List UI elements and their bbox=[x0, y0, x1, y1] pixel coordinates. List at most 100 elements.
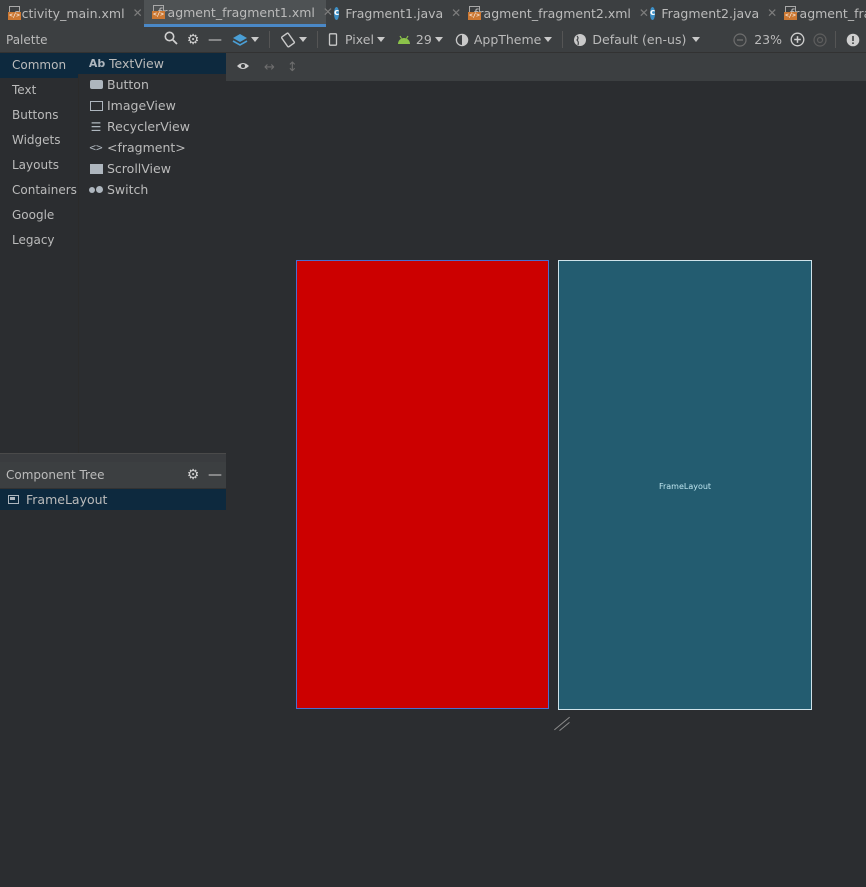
tab-fragment-truncated[interactable]: fragment_fra bbox=[776, 0, 866, 26]
api-level-label: 29 bbox=[415, 32, 432, 47]
widget-switch[interactable]: Switch bbox=[78, 179, 226, 200]
tab-label: fragment_fragment2.xml bbox=[474, 5, 631, 21]
switch-icon bbox=[89, 184, 103, 196]
resize-handle-icon[interactable] bbox=[552, 714, 570, 730]
widget-label: Switch bbox=[107, 182, 149, 197]
widget-label: RecyclerView bbox=[107, 119, 190, 134]
eye-icon[interactable] bbox=[236, 60, 250, 75]
layers-icon bbox=[232, 33, 248, 46]
fragment-icon bbox=[89, 142, 103, 154]
tab-fragment-fragment2-xml[interactable]: fragment_fragment2.xml ✕ bbox=[460, 0, 649, 26]
design-view-frame[interactable] bbox=[296, 260, 549, 709]
gear-icon[interactable]: ⚙ bbox=[182, 467, 204, 483]
toolbar-separator bbox=[562, 31, 564, 48]
scrollview-icon bbox=[89, 163, 103, 175]
theme-selector[interactable]: AppTheme bbox=[449, 32, 559, 47]
widget-fragment[interactable]: <fragment> bbox=[78, 137, 226, 158]
imageview-icon bbox=[89, 100, 103, 112]
canvas-toolbar: ↔ ↕ bbox=[226, 53, 866, 81]
zoom-level: 23% bbox=[754, 32, 782, 47]
category-text[interactable]: Text bbox=[0, 78, 78, 103]
blueprint-view-frame[interactable]: FrameLayout bbox=[558, 260, 812, 710]
minimize-icon[interactable]: — bbox=[204, 32, 226, 48]
java-class-icon: c bbox=[650, 6, 656, 20]
device-label: Pixel bbox=[345, 32, 374, 47]
component-tree-title: Component Tree bbox=[6, 468, 105, 482]
search-icon[interactable] bbox=[160, 31, 182, 49]
palette-categories: Common Text Buttons Widgets Layouts Cont… bbox=[0, 53, 79, 453]
widget-label: ScrollView bbox=[107, 161, 171, 176]
tab-label: fragment_fra bbox=[790, 5, 866, 21]
design-surface-button[interactable] bbox=[226, 33, 265, 47]
zoom-in-button[interactable] bbox=[786, 32, 809, 47]
gear-icon[interactable]: ⚙ bbox=[182, 32, 204, 48]
chevron-down-icon bbox=[376, 37, 385, 42]
widget-scrollview[interactable]: ScrollView bbox=[78, 158, 226, 179]
zoom-fit-icon bbox=[813, 32, 827, 47]
tab-fragment1-java[interactable]: c Fragment1.java ✕ bbox=[326, 0, 461, 26]
close-icon[interactable]: ✕ bbox=[133, 6, 143, 20]
zoom-out-button[interactable] bbox=[730, 32, 750, 47]
category-buttons[interactable]: Buttons bbox=[0, 103, 78, 128]
rotate-device-icon bbox=[280, 31, 296, 48]
category-common[interactable]: Common bbox=[0, 53, 78, 78]
widget-imageview[interactable]: ImageView bbox=[78, 95, 226, 116]
zoom-out-icon bbox=[733, 32, 747, 47]
category-google[interactable]: Google bbox=[0, 203, 78, 228]
blueprint-layout-label: FrameLayout bbox=[658, 482, 712, 491]
tab-label: Fragment2.java bbox=[661, 5, 760, 21]
framelayout-icon bbox=[8, 495, 19, 504]
button-icon bbox=[89, 79, 103, 91]
tab-label: Fragment1.java bbox=[345, 5, 444, 21]
locale-label: Default (en-us) bbox=[592, 32, 687, 47]
theme-icon bbox=[455, 33, 469, 46]
palette-panel: Common Text Buttons Widgets Layouts Cont… bbox=[0, 53, 226, 453]
minimize-icon[interactable]: — bbox=[204, 467, 226, 483]
textview-icon: Ab bbox=[88, 57, 106, 70]
design-canvas[interactable]: FrameLayout bbox=[226, 82, 866, 887]
phone-icon bbox=[328, 33, 338, 46]
category-layouts[interactable]: Layouts bbox=[0, 153, 78, 178]
vertical-resize-icon[interactable]: ↕ bbox=[287, 60, 298, 75]
api-level-selector[interactable]: 29 bbox=[391, 32, 449, 47]
theme-label: AppTheme bbox=[473, 32, 542, 47]
category-containers[interactable]: Containers bbox=[0, 178, 78, 203]
widget-button[interactable]: Button bbox=[78, 74, 226, 95]
category-widgets[interactable]: Widgets bbox=[0, 128, 78, 153]
locale-selector[interactable]: Default (en-us) bbox=[567, 32, 706, 47]
component-tree-panel: FrameLayout bbox=[0, 489, 226, 887]
toolbar-separator bbox=[317, 31, 318, 48]
widget-label: <fragment> bbox=[107, 140, 186, 155]
tree-node-label: FrameLayout bbox=[26, 492, 108, 507]
widget-label: TextView bbox=[109, 56, 164, 71]
palette-header: Palette ⚙ — bbox=[0, 27, 226, 53]
tab-label: activity_main.xml bbox=[14, 5, 125, 21]
chevron-down-icon bbox=[434, 37, 443, 42]
device-selector[interactable]: Pixel bbox=[322, 32, 391, 47]
design-toolbar: Pixel 29 AppTheme Default (en-us) 23% bbox=[226, 27, 866, 53]
component-tree-header: Component Tree ⚙ — bbox=[0, 462, 226, 489]
zoom-in-icon bbox=[790, 32, 805, 47]
widget-textview[interactable]: Ab TextView bbox=[78, 53, 226, 74]
category-legacy[interactable]: Legacy bbox=[0, 228, 78, 253]
orientation-button[interactable] bbox=[274, 31, 313, 48]
tab-activity-main-xml[interactable]: activity_main.xml ✕ bbox=[0, 0, 144, 26]
tab-fragment2-java[interactable]: c Fragment2.java ✕ bbox=[642, 0, 777, 26]
chevron-down-icon bbox=[251, 37, 259, 42]
warning-icon bbox=[846, 33, 860, 46]
toolbar-separator bbox=[835, 31, 836, 48]
widget-recyclerview[interactable]: RecyclerView bbox=[78, 116, 226, 137]
toolbar-separator bbox=[269, 31, 270, 48]
recyclerview-icon bbox=[89, 121, 103, 133]
tab-fragment-fragment1-xml[interactable]: fragment_fragment1.xml ✕ bbox=[144, 0, 333, 27]
chevron-down-icon bbox=[544, 37, 553, 42]
tab-label: fragment_fragment1.xml bbox=[158, 4, 315, 20]
palette-widget-list: Ab TextView Button ImageView RecyclerVie… bbox=[78, 53, 226, 200]
zoom-to-fit-button[interactable] bbox=[809, 32, 831, 47]
java-class-icon: c bbox=[334, 6, 340, 20]
issues-button[interactable] bbox=[840, 33, 866, 47]
horizontal-resize-icon[interactable]: ↔ bbox=[264, 60, 275, 75]
tree-node-framelayout[interactable]: FrameLayout bbox=[0, 489, 226, 510]
chevron-down-icon bbox=[299, 37, 307, 42]
android-icon bbox=[397, 35, 410, 44]
